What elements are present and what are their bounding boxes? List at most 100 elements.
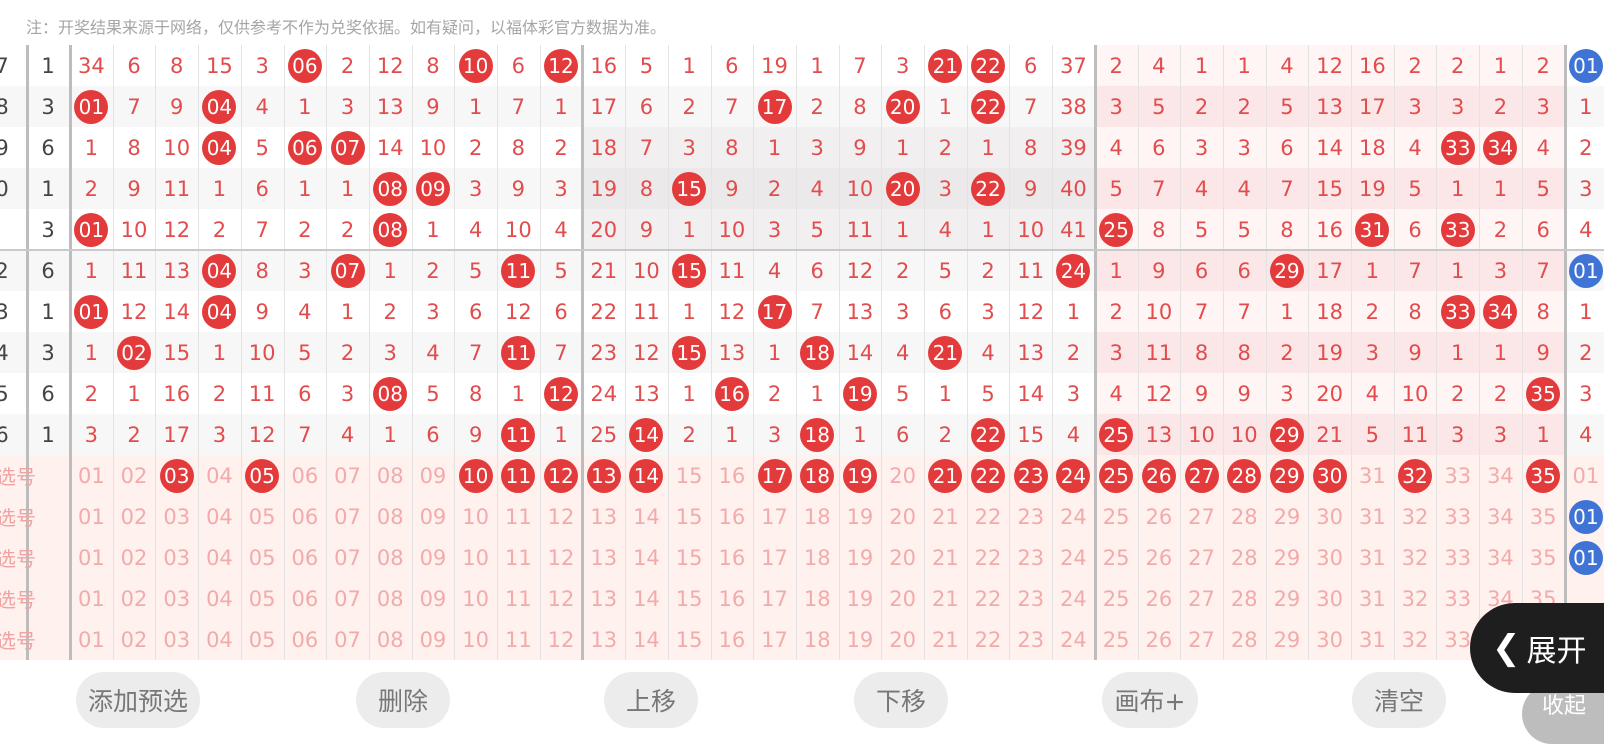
- pick-number[interactable]: 01: [70, 578, 113, 619]
- pick-number[interactable]: 19: [839, 578, 882, 619]
- pick-number[interactable]: 04: [198, 619, 241, 660]
- pick-number[interactable]: 12: [540, 578, 583, 619]
- pick-number[interactable]: 15: [668, 578, 711, 619]
- pick-number[interactable]: 24: [1052, 455, 1095, 496]
- pick-number[interactable]: 34: [1479, 455, 1522, 496]
- pick-number[interactable]: 26: [1138, 496, 1181, 537]
- pick-number[interactable]: 17: [753, 619, 796, 660]
- pick-number[interactable]: 17: [753, 455, 796, 496]
- pick-number[interactable]: 18: [796, 537, 839, 578]
- pick-number[interactable]: 17: [753, 578, 796, 619]
- pick-number[interactable]: 16: [711, 619, 754, 660]
- pick-number[interactable]: 21: [924, 537, 967, 578]
- pick-number[interactable]: 15: [668, 496, 711, 537]
- pick-number[interactable]: 27: [1180, 619, 1223, 660]
- pick-number[interactable]: 04: [198, 496, 241, 537]
- pick-number[interactable]: 32: [1394, 496, 1437, 537]
- pick-number[interactable]: 05: [241, 537, 284, 578]
- pick-number[interactable]: 09: [412, 619, 455, 660]
- pick-number[interactable]: 23: [1009, 578, 1052, 619]
- pick-number[interactable]: 27: [1180, 537, 1223, 578]
- pick-number[interactable]: 25: [1095, 496, 1138, 537]
- pick-number[interactable]: 22: [967, 619, 1010, 660]
- pick-number[interactable]: 01: [1565, 537, 1604, 578]
- pick-number[interactable]: 11: [497, 496, 540, 537]
- pick-number[interactable]: 31: [1351, 537, 1394, 578]
- pick-number[interactable]: 25: [1095, 619, 1138, 660]
- pick-number[interactable]: 01: [70, 537, 113, 578]
- pick-number[interactable]: 21: [924, 455, 967, 496]
- pick-number[interactable]: 14: [625, 455, 668, 496]
- pick-number[interactable]: 28: [1223, 578, 1266, 619]
- pick-number[interactable]: 31: [1351, 496, 1394, 537]
- pick-number[interactable]: 19: [839, 496, 882, 537]
- pick-number[interactable]: 08: [369, 455, 412, 496]
- pick-number[interactable]: 35: [1522, 537, 1565, 578]
- pick-number[interactable]: 27: [1180, 455, 1223, 496]
- pick-number[interactable]: 18: [796, 578, 839, 619]
- pick-number[interactable]: 24: [1052, 537, 1095, 578]
- pick-number[interactable]: 20: [881, 578, 924, 619]
- pick-number[interactable]: 03: [155, 537, 198, 578]
- pick-number[interactable]: 24: [1052, 496, 1095, 537]
- pick-number[interactable]: 30: [1308, 578, 1351, 619]
- pick-number[interactable]: 13: [582, 578, 625, 619]
- pick-number[interactable]: 26: [1138, 578, 1181, 619]
- pick-number[interactable]: 06: [284, 537, 327, 578]
- pick-number[interactable]: 10: [454, 619, 497, 660]
- pick-number[interactable]: 15: [668, 537, 711, 578]
- pick-number[interactable]: 11: [497, 537, 540, 578]
- pick-number[interactable]: 19: [839, 455, 882, 496]
- pick-number[interactable]: 30: [1308, 619, 1351, 660]
- pick-number[interactable]: 07: [326, 455, 369, 496]
- pick-number[interactable]: 02: [113, 578, 156, 619]
- pick-number[interactable]: 22: [967, 496, 1010, 537]
- pick-number[interactable]: 08: [369, 537, 412, 578]
- pick-number[interactable]: 10: [454, 537, 497, 578]
- pick-number[interactable]: 28: [1223, 537, 1266, 578]
- pick-number[interactable]: 18: [796, 455, 839, 496]
- pick-number[interactable]: 35: [1522, 455, 1565, 496]
- pick-number[interactable]: 30: [1308, 496, 1351, 537]
- pick-number[interactable]: 04: [198, 455, 241, 496]
- pick-number[interactable]: 08: [369, 496, 412, 537]
- pick-number[interactable]: 32: [1394, 455, 1437, 496]
- pick-number[interactable]: 14: [625, 496, 668, 537]
- pick-number[interactable]: 21: [924, 496, 967, 537]
- pick-number[interactable]: 11: [497, 455, 540, 496]
- pick-number[interactable]: 16: [711, 496, 754, 537]
- pick-number[interactable]: 13: [582, 619, 625, 660]
- pick-number[interactable]: 03: [155, 578, 198, 619]
- pick-number[interactable]: 29: [1266, 455, 1309, 496]
- pick-number[interactable]: 08: [369, 619, 412, 660]
- pick-number[interactable]: 21: [924, 619, 967, 660]
- pick-number[interactable]: 05: [241, 619, 284, 660]
- pick-number[interactable]: 01: [1565, 496, 1604, 537]
- pick-number[interactable]: 34: [1479, 496, 1522, 537]
- pick-number[interactable]: 25: [1095, 578, 1138, 619]
- pick-number[interactable]: 35: [1522, 496, 1565, 537]
- pick-number[interactable]: 17: [753, 537, 796, 578]
- pick-number[interactable]: 20: [881, 455, 924, 496]
- pick-number[interactable]: 03: [155, 455, 198, 496]
- pick-number[interactable]: 01: [70, 619, 113, 660]
- pick-number[interactable]: 27: [1180, 496, 1223, 537]
- pick-number[interactable]: 06: [284, 455, 327, 496]
- pick-number[interactable]: 29: [1266, 619, 1309, 660]
- pick-number[interactable]: 34: [1479, 537, 1522, 578]
- pick-number[interactable]: 23: [1009, 619, 1052, 660]
- pick-number[interactable]: 11: [497, 619, 540, 660]
- pick-number[interactable]: 17: [753, 496, 796, 537]
- pick-number[interactable]: 16: [711, 537, 754, 578]
- pick-number[interactable]: 07: [326, 619, 369, 660]
- pick-number[interactable]: 13: [582, 455, 625, 496]
- pick-number[interactable]: 21: [924, 578, 967, 619]
- pick-number[interactable]: 10: [454, 496, 497, 537]
- pick-number[interactable]: 23: [1009, 455, 1052, 496]
- pick-number[interactable]: 04: [198, 537, 241, 578]
- pick-number[interactable]: 14: [625, 578, 668, 619]
- pick-number[interactable]: 22: [967, 537, 1010, 578]
- pick-number[interactable]: 29: [1266, 496, 1309, 537]
- pick-number[interactable]: 23: [1009, 496, 1052, 537]
- pick-number[interactable]: 26: [1138, 537, 1181, 578]
